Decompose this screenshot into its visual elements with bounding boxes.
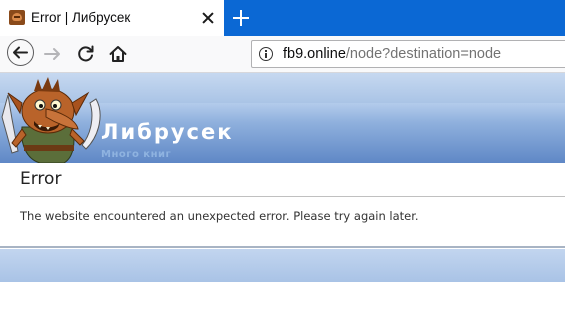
footer-band xyxy=(0,249,565,282)
url-path: /node?destination=node xyxy=(345,46,502,62)
site-header: Либрусек Много книг xyxy=(0,73,565,164)
tab-strip: Error | Либрусек xyxy=(0,0,565,36)
back-button[interactable] xyxy=(7,39,34,66)
home-button[interactable] xyxy=(104,40,132,68)
tab-active[interactable]: Error | Либрусек xyxy=(0,0,224,36)
site-favicon-icon xyxy=(9,10,25,25)
site-slogan: Много книг xyxy=(101,149,172,160)
close-icon[interactable] xyxy=(198,8,218,28)
forward-button[interactable] xyxy=(38,40,66,68)
goblin-logo[interactable] xyxy=(0,73,110,173)
url-domain: fb9.online xyxy=(283,46,346,62)
info-icon[interactable] xyxy=(259,47,273,61)
address-bar[interactable]: fb9.online/node?destination=node xyxy=(251,40,565,68)
home-icon xyxy=(109,46,127,62)
url-text: fb9.online/node?destination=node xyxy=(283,46,501,62)
site-name[interactable]: Либрусек xyxy=(101,120,233,144)
main-content: Error The website encountered an unexpec… xyxy=(0,163,565,247)
error-message: The website encountered an unexpected er… xyxy=(20,209,419,223)
navigation-toolbar: fb9.online/node?destination=node xyxy=(0,36,565,73)
reload-icon xyxy=(78,45,94,62)
title-divider xyxy=(20,196,565,197)
tab-title: Error | Либрусек xyxy=(31,10,131,25)
page-title: Error xyxy=(20,169,62,189)
forward-arrow-icon xyxy=(44,48,60,60)
plus-icon[interactable] xyxy=(231,8,251,28)
reload-button[interactable] xyxy=(72,40,100,68)
back-arrow-icon xyxy=(13,46,28,59)
content-separator xyxy=(0,246,565,248)
